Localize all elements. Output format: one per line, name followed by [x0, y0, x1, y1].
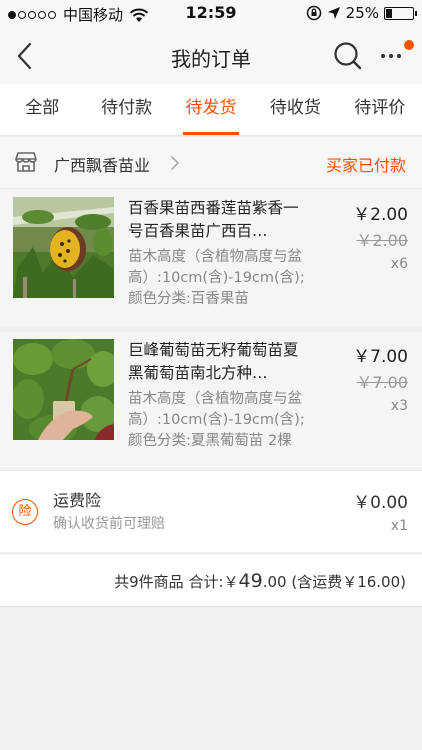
product-original-price: ￥2.00: [356, 231, 408, 250]
battery-fill: [386, 8, 393, 18]
status-bar: 中国移动 12:59 25%: [0, 0, 422, 28]
tab-all[interactable]: 全部: [0, 84, 84, 135]
order-summary: 共9件商品 合计:￥49.00 (含运费￥16.00): [0, 553, 422, 607]
tab-pending-payment[interactable]: 待付款: [84, 84, 168, 135]
order-tabs: 全部 待付款 待发货 待收货 待评价: [0, 84, 422, 136]
product-item[interactable]: 巨峰葡萄苗无籽葡萄苗夏黑葡萄苗南北方种… 苗木高度（含植物高度与盆高）:10cm…: [0, 332, 422, 468]
total-amount-decimal: .00: [262, 573, 287, 591]
insurance-title: 运费险: [53, 491, 102, 510]
shop-header[interactable]: 广西飘香苗业 买家已付款: [0, 137, 422, 189]
insurance-quantity: x1: [390, 518, 408, 534]
status-right: 25%: [306, 4, 417, 22]
product-title[interactable]: 百香果苗西番莲苗紫香一号百香果苗广西百…: [128, 197, 308, 243]
product-original-price: ￥7.00: [356, 373, 408, 392]
search-icon: [334, 42, 362, 70]
product-item[interactable]: 百香果苗西番莲苗紫香一号百香果苗广西百… 苗木高度（含植物高度与盆高）:10cm…: [0, 190, 422, 326]
product-price: ￥2.00: [353, 205, 408, 225]
shop-icon: [15, 152, 37, 172]
battery-icon: [384, 6, 417, 20]
total-label: 合计:: [188, 573, 224, 591]
product-title[interactable]: 巨峰葡萄苗无籽葡萄苗夏黑葡萄苗南北方种…: [128, 339, 308, 385]
nav-bar: 我的订单: [0, 28, 422, 84]
back-arrow-icon: [17, 42, 32, 70]
item-count: 共9件商品: [114, 573, 184, 591]
product-spec: 苗木高度（含植物高度与盆高）:10cm(含)-19cm(含);颜色分类:夏黑葡萄…: [128, 391, 305, 449]
chevron-right-icon: [171, 156, 180, 170]
product-quantity: x6: [390, 256, 408, 272]
tab-pending-review[interactable]: 待评价: [338, 84, 422, 135]
tab-pending-receipt[interactable]: 待收货: [253, 84, 337, 135]
more-icon: [381, 54, 405, 58]
shop-name[interactable]: 广西飘香苗业: [54, 152, 150, 176]
tab-pending-shipment[interactable]: 待发货: [169, 84, 253, 135]
product-quantity: x3: [390, 398, 408, 414]
location-arrow-icon: [327, 7, 340, 19]
total-amount-integer: 49: [238, 570, 263, 592]
total-currency: ￥: [223, 573, 239, 591]
search-button[interactable]: [332, 40, 364, 72]
summary-text: 共9件商品 合计:￥49.00 (含运费￥16.00): [114, 570, 406, 592]
insurance-icon: 险: [12, 499, 38, 525]
product-image-grape[interactable]: [13, 339, 114, 440]
product-spec: 苗木高度（含植物高度与盆高）:10cm(含)-19cm(含);颜色分类:百香果苗: [128, 249, 305, 307]
insurance-price: ￥0.00: [353, 493, 408, 513]
insurance-description: 确认收货前可理赔: [53, 516, 165, 532]
battery-percent: 25%: [345, 4, 379, 22]
back-button[interactable]: [12, 40, 42, 72]
shipping-insurance[interactable]: 险 运费险 确认收货前可理赔 ￥0.00 x1: [0, 470, 422, 552]
more-button[interactable]: [378, 40, 414, 72]
product-price: ￥7.00: [353, 347, 408, 367]
rotation-lock-icon: [306, 5, 321, 21]
order-status: 买家已付款: [325, 156, 406, 175]
notification-dot: [404, 40, 414, 50]
shipping-note: (含运费￥16.00): [291, 573, 406, 591]
product-image-passion-fruit[interactable]: [13, 197, 114, 298]
